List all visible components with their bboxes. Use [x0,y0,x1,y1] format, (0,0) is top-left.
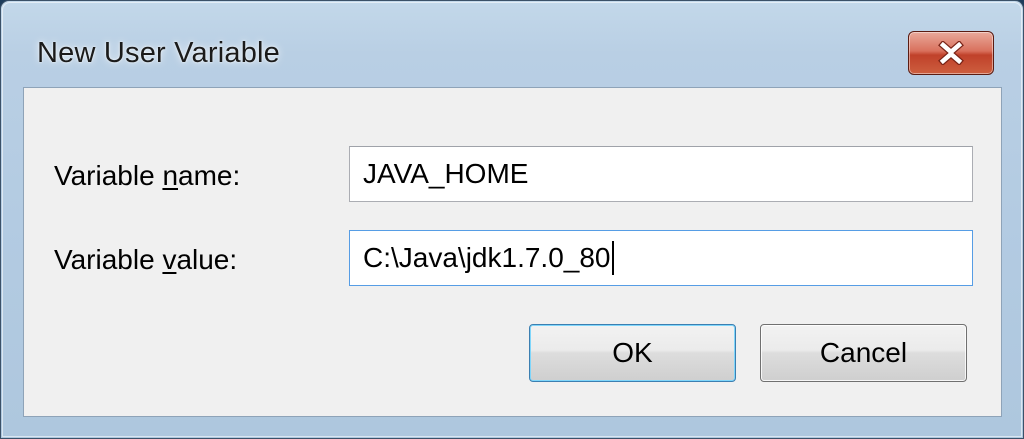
title-bar[interactable]: New User Variable [1,1,1023,87]
cancel-button[interactable]: Cancel [760,324,967,382]
close-button[interactable] [908,31,994,75]
dialog-body: Variable name: JAVA_HOME Variable value:… [23,87,1002,417]
text-caret [611,240,614,275]
variable-value-input[interactable]: C:\Java\jdk1.7.0_80 [349,230,973,286]
window-title: New User Variable [37,37,281,69]
variable-name-label: Variable name: [54,160,241,191]
ok-button[interactable]: OK [529,324,736,382]
variable-value-label: Variable value: [54,244,238,275]
dialog-window: New User Variable Variable name: JAVA_HO… [0,0,1024,439]
close-icon [936,41,966,65]
variable-name-input[interactable]: JAVA_HOME [349,146,973,202]
